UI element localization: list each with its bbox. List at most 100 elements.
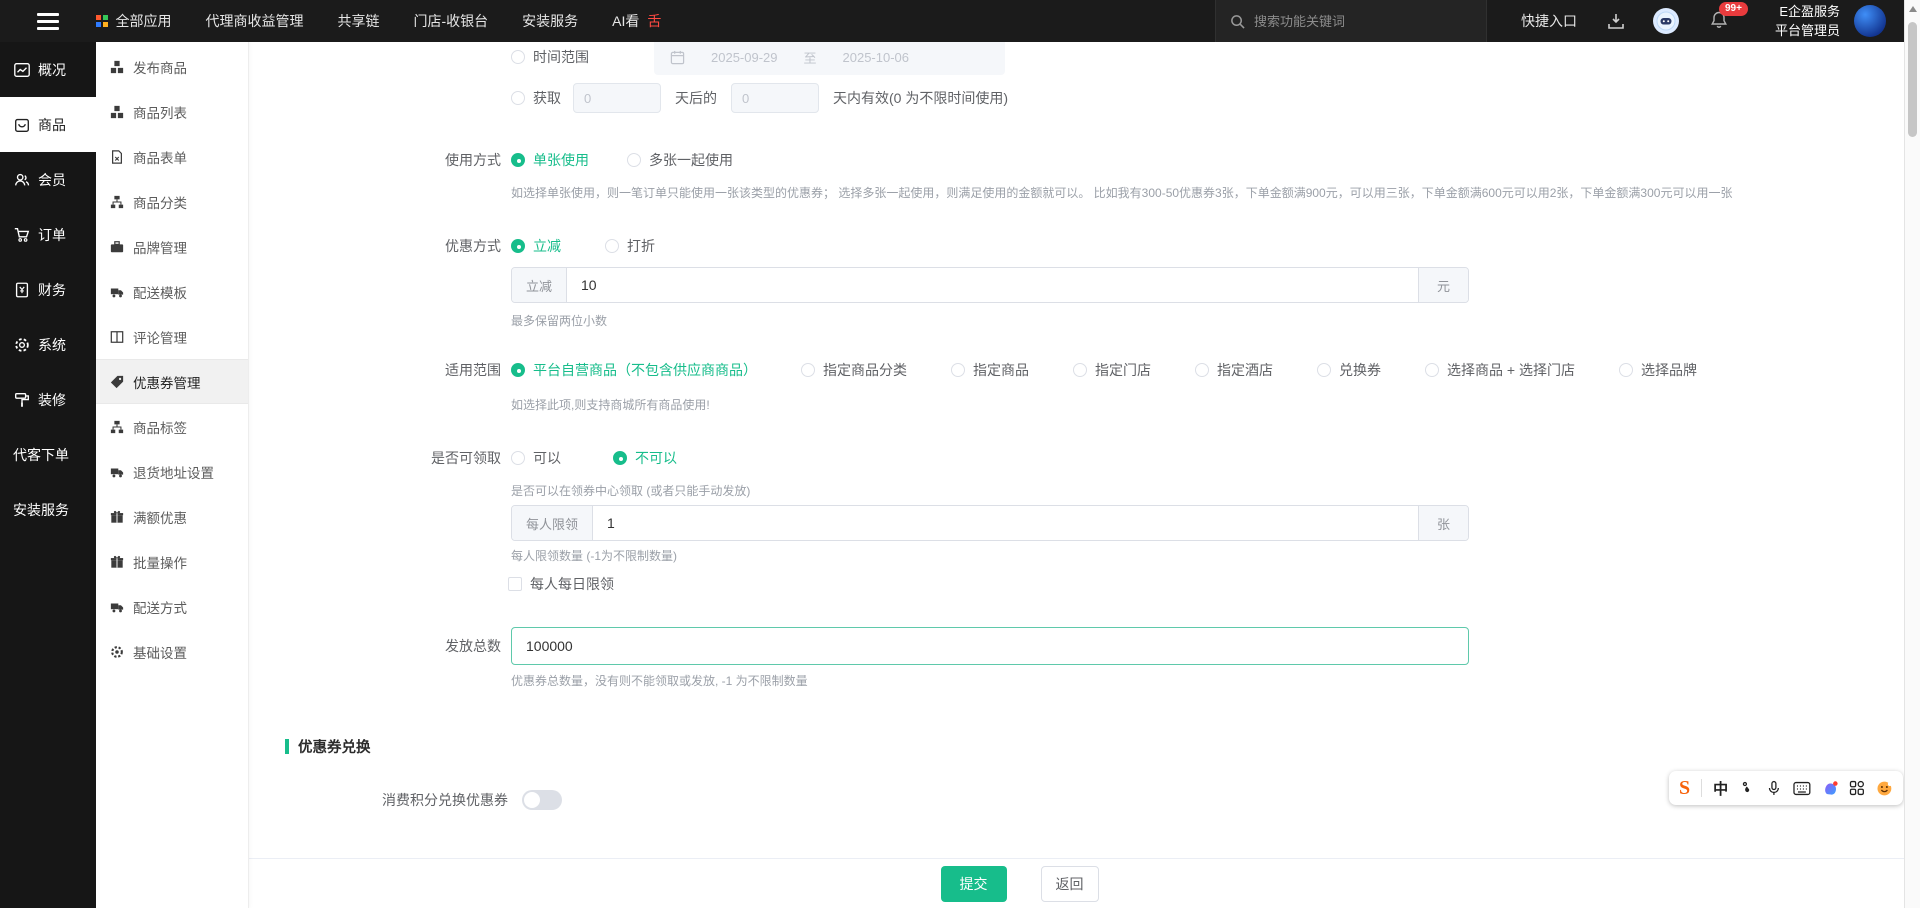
sidebar-item-members[interactable]: 会员 (0, 152, 96, 207)
ime-divider (1701, 779, 1703, 797)
skin-icon[interactable] (1822, 780, 1839, 797)
radio-scope-category[interactable]: 指定商品分类 (801, 360, 907, 380)
topbar-search[interactable] (1214, 0, 1487, 42)
menu-goods-list[interactable]: 商品列表 (96, 89, 248, 134)
radio-multi-use[interactable]: 多张一起使用 (627, 150, 733, 170)
menu-goods-category[interactable]: 商品分类 (96, 179, 248, 224)
acquire-middle-text: 天后的 (675, 90, 717, 106)
points-exchange-toggle[interactable] (522, 790, 562, 810)
radio-acquire[interactable]: 获取 (511, 88, 561, 108)
ime-language-icon[interactable]: 中 (1713, 778, 1728, 799)
quick-entry-link[interactable]: 快捷入口 (1521, 11, 1577, 31)
secondary-sidebar: 发布商品 商品列表 商品表单 商品分类 品牌管理 配送模板 评论管理 优惠券管理… (96, 42, 249, 908)
radio-reduce[interactable]: 立减 (511, 236, 561, 256)
topbar-item-agent-revenue[interactable]: 代理商收益管理 (206, 11, 304, 31)
sidebar-item-finance[interactable]: 财务 (0, 262, 96, 317)
sidebar-item-system[interactable]: 系统 (0, 317, 96, 372)
notifications-bell[interactable]: 99+ (1709, 1, 1748, 33)
ai-assistant-icon[interactable] (1652, 8, 1679, 34)
limit-per-person-input[interactable] (593, 506, 1418, 540)
microphone-icon[interactable] (1766, 780, 1782, 796)
finance-icon (15, 282, 29, 297)
acquire-days-after-input[interactable] (573, 83, 661, 113)
menu-review-management[interactable]: 评论管理 (96, 314, 248, 359)
radio-fold[interactable]: 打折 (605, 236, 655, 256)
scrollbar-thumb[interactable] (1908, 22, 1917, 137)
radio-scope-store[interactable]: 指定门店 (1073, 360, 1151, 380)
file-icon (112, 149, 122, 164)
radio-scope-hotel[interactable]: 指定酒店 (1195, 360, 1273, 380)
scrollbar-up-arrow[interactable] (1909, 6, 1917, 12)
topbar-item-ai-tongue[interactable]: AI看舌 (612, 11, 661, 31)
radio-cannot-receive[interactable]: 不可以 (613, 448, 677, 468)
keyboard-icon[interactable] (1793, 781, 1811, 796)
ime-toolbar: S 中 (1669, 771, 1903, 805)
emoji-icon[interactable] (1876, 780, 1893, 797)
receivable-note: 是否可以在领券中心领取 (或者只能手动发放) (511, 484, 751, 498)
punctuation-icon[interactable] (1739, 780, 1755, 796)
topbar-item-all-apps[interactable]: 全部应用 (96, 11, 172, 31)
page-scrollbar[interactable] (1904, 0, 1920, 908)
search-input[interactable] (1253, 13, 1454, 29)
sitemap-icon (110, 195, 124, 208)
download-icon[interactable] (1607, 12, 1625, 30)
menu-publish-goods[interactable]: 发布商品 (96, 44, 248, 89)
search-icon (1231, 14, 1245, 29)
menu-return-address[interactable]: 退货地址设置 (96, 449, 248, 494)
daily-limit-row: 每人每日限领 (508, 574, 614, 594)
columns-icon (110, 330, 124, 343)
menu-delivery-template[interactable]: 配送模板 (96, 269, 248, 314)
radio-time-range[interactable]: 时间范围 (511, 47, 589, 67)
discount-row: 优惠方式 立减 打折 (249, 228, 1904, 264)
receivable-row: 是否可领取 可以 不可以 (249, 440, 1904, 476)
sidebar-item-decorate[interactable]: 装修 (0, 372, 96, 427)
acquire-valid-days-input[interactable] (731, 83, 819, 113)
sidebar-item-proxy-order[interactable]: 代客下单 (0, 427, 96, 482)
sidebar-item-goods[interactable]: 商品 (0, 97, 96, 152)
sidebar-item-orders[interactable]: 订单 (0, 207, 96, 262)
hamburger-menu-icon[interactable] (0, 0, 96, 42)
radio-scope-goods-store[interactable]: 选择商品 + 选择门店 (1425, 360, 1575, 380)
main-content: 时间范围 2025-09-29 至 2025-10-06 获取 天后的 (249, 42, 1904, 908)
radio-scope-voucher[interactable]: 兑换券 (1317, 360, 1381, 380)
menu-delivery-method[interactable]: 配送方式 (96, 584, 248, 629)
menu-batch-operation[interactable]: 批量操作 (96, 539, 248, 584)
topbar-item-store-cashier[interactable]: 门店-收银台 (414, 11, 489, 31)
menu-coupon-management[interactable]: 优惠券管理 (96, 359, 248, 404)
discount-amount-group: 立减 元 (511, 267, 1469, 303)
scope-label: 适用范围 (445, 362, 501, 378)
menu-brand-management[interactable]: 品牌管理 (96, 224, 248, 269)
section-title: 优惠券兑换 (298, 740, 371, 756)
avatar[interactable] (1854, 5, 1886, 37)
topbar-item-install-service[interactable]: 安装服务 (522, 11, 578, 31)
date-range-picker[interactable]: 2025-09-29 至 2025-10-06 (654, 42, 1005, 75)
total-count-input[interactable] (511, 627, 1469, 665)
limit-prefix: 每人限领 (512, 506, 594, 540)
daily-limit-checkbox[interactable] (508, 577, 522, 591)
menu-goods-tags[interactable]: 商品标签 (96, 404, 248, 449)
radio-scope-brand[interactable]: 选择品牌 (1618, 360, 1697, 380)
discount-amount-suffix: 元 (1418, 268, 1468, 302)
sidebar-item-overview[interactable]: 概况 (0, 42, 96, 97)
points-exchange-label: 消费积分兑换优惠券 (382, 792, 508, 808)
radio-scope-platform[interactable]: 平台自营商品（不包含供应商商品） (511, 360, 757, 380)
radio-scope-goods[interactable]: 指定商品 (951, 360, 1029, 380)
menu-basic-settings[interactable]: 基础设置 (96, 629, 248, 674)
radio-can-receive[interactable]: 可以 (511, 448, 561, 468)
topbar-item-share-chain[interactable]: 共享链 (338, 11, 380, 31)
back-button[interactable]: 返回 (1040, 865, 1099, 902)
menu-full-discount[interactable]: 满额优惠 (96, 494, 248, 539)
notification-badge: 99+ (1718, 1, 1748, 16)
total-label: 发放总数 (445, 638, 501, 654)
submit-button[interactable]: 提交 (940, 865, 1007, 902)
discount-amount-input[interactable] (567, 268, 1418, 302)
section-accent-bar (285, 739, 289, 754)
discount-label: 优惠方式 (445, 238, 501, 254)
apps-grid-icon[interactable] (1849, 780, 1865, 796)
acquire-suffix-text: 天内有效(0 为不限时间使用) (833, 90, 1008, 106)
menu-goods-form[interactable]: 商品表单 (96, 134, 248, 179)
account-info[interactable]: E企盈服务 平台管理员 (1775, 2, 1840, 41)
sidebar-item-install-service[interactable]: 安装服务 (0, 482, 96, 537)
radio-single-use[interactable]: 单张使用 (511, 150, 589, 170)
sogou-logo-icon[interactable]: S (1679, 778, 1690, 798)
